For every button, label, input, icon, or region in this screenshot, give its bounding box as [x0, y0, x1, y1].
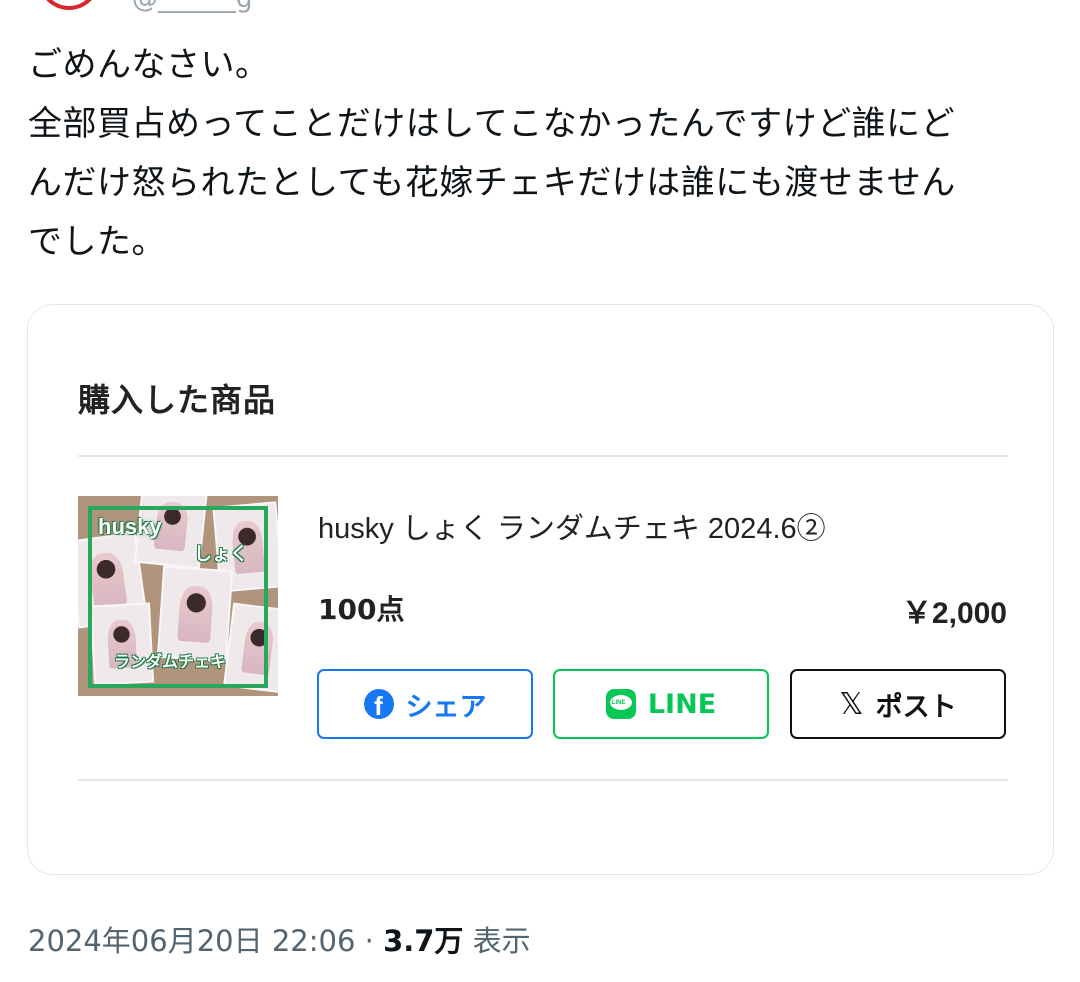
- card-divider-bottom: [78, 779, 1008, 781]
- views-label: 表示: [472, 924, 531, 958]
- tweet-text: ごめんなさい。 全部買占めってことだけはしてこなかったんですけど誰にど んだけ怒…: [28, 45, 956, 262]
- facebook-icon: f: [363, 689, 394, 719]
- thumbnail-text-husky: husky: [98, 514, 162, 539]
- author-handle[interactable]: @______g: [132, 0, 253, 14]
- x-post-label: ポスト: [875, 691, 957, 723]
- card-title: 購入した商品: [78, 381, 277, 419]
- author-avatar[interactable]: [38, 0, 100, 10]
- product-quantity: 100点: [318, 593, 405, 626]
- purchase-card: 購入した商品 husky しょく ランダムチェキ husky しょく ランダムチ…: [27, 304, 1054, 875]
- line-icon: [605, 689, 636, 719]
- tweet-meta: 2024年06月20日 22:06 · 3.7万 表示: [28, 918, 531, 960]
- product-name[interactable]: husky しょく ランダムチェキ 2024.6②: [318, 505, 826, 547]
- thumbnail-text-shoku: しょく: [194, 544, 248, 565]
- views-count: 3.7万: [383, 924, 464, 958]
- facebook-share-button[interactable]: f シェア: [317, 669, 533, 739]
- facebook-share-label: シェア: [405, 691, 487, 723]
- x-post-button[interactable]: 𝕏 ポスト: [790, 669, 1006, 739]
- product-thumbnail[interactable]: husky しょく ランダムチェキ: [78, 496, 278, 696]
- meta-separator: ·: [364, 924, 374, 958]
- tweet-timestamp[interactable]: 2024年06月20日 22:06: [28, 924, 355, 958]
- line-share-button[interactable]: LINE: [553, 669, 769, 739]
- product-price: ￥2,000: [901, 597, 1007, 630]
- line-share-label: LINE: [647, 688, 717, 720]
- card-divider-top: [78, 455, 1008, 457]
- thumbnail-text-random: ランダムチェキ: [114, 652, 227, 671]
- x-logo-icon: 𝕏: [839, 686, 864, 722]
